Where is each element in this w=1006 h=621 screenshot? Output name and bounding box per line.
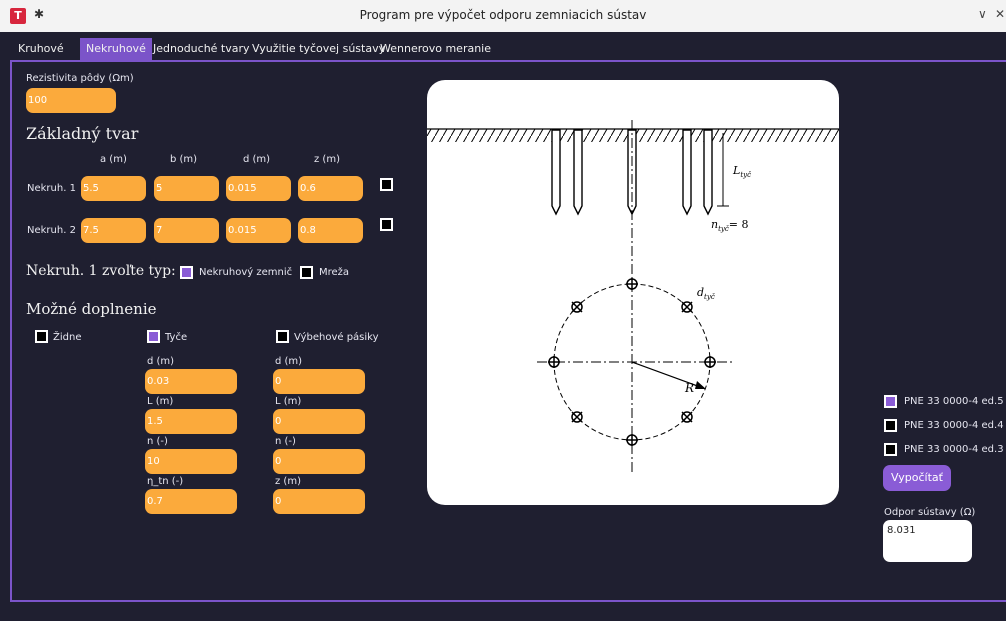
radius-arrowhead [695, 381, 706, 389]
row1-label: Nekruh. 1 [27, 183, 76, 194]
d-rod-label: dtyč [697, 286, 715, 301]
rod-plan-6 [681, 301, 693, 313]
type-nekruhovy-label: Nekruhový zemnič [199, 267, 293, 278]
strips-n-input[interactable] [273, 449, 365, 474]
tab-wennerovo-meranie[interactable]: Wennerovo meranie [374, 38, 497, 60]
none-label: Židne [53, 332, 82, 343]
strips-z-label: z (m) [275, 476, 301, 487]
standard-ed4-label: PNE 33 0000-4 ed.4 [904, 420, 1004, 431]
window-title: Program pre výpočet odporu zemniacich sú… [359, 8, 647, 22]
rods-d-input[interactable] [145, 369, 237, 394]
tab-nekruhove[interactable]: Nekruhové [80, 38, 152, 60]
rod-4 [682, 129, 692, 216]
tab-jednoduche-tvary[interactable]: Jednoduché tvary [147, 38, 256, 60]
resistivity-label: Rezistivita pôdy (Ωm) [26, 73, 134, 84]
tab-kruhove[interactable]: Kruhové [12, 38, 70, 60]
supplement-heading: Možné doplnenie [26, 300, 157, 318]
rod-5 [703, 129, 713, 216]
row1-d-input[interactable] [226, 176, 291, 201]
rod-plan-8 [681, 411, 693, 423]
strips-d-label: d (m) [275, 356, 303, 367]
rod-plan-5 [571, 301, 583, 313]
rods-n-input[interactable] [145, 449, 237, 474]
tab-vyuzitie-tycovej-sustavy[interactable]: Využitie tyčovej sústavy [246, 38, 391, 60]
minimize-icon[interactable]: ∨ [978, 7, 987, 21]
col-d-label: d (m) [243, 154, 271, 165]
row2-d-input[interactable] [226, 218, 291, 243]
rods-eta-label: η_tn (-) [147, 476, 184, 487]
row2-label: Nekruh. 2 [27, 225, 76, 236]
rods-checkbox[interactable] [147, 330, 160, 343]
row2-z-input[interactable] [298, 218, 363, 243]
row2-checkbox[interactable] [380, 218, 393, 231]
standard-ed3-checkbox[interactable] [884, 443, 897, 456]
grounding-diagram: Ltyč ntyč= 8 R dtyč [427, 80, 839, 505]
rod-plan-1 [626, 278, 638, 290]
strips-l-label: L (m) [275, 396, 302, 407]
result-label: Odpor sústavy (Ω) [884, 507, 976, 518]
strips-label: Výbehové pásiky [294, 332, 379, 343]
standard-ed4-checkbox[interactable] [884, 419, 897, 432]
strips-d-input[interactable] [273, 369, 365, 394]
standard-ed3-label: PNE 33 0000-4 ed.3 [904, 444, 1004, 455]
row1-z-input[interactable] [298, 176, 363, 201]
row1-a-input[interactable] [81, 176, 146, 201]
calculate-button[interactable]: Vypočítať [883, 465, 951, 491]
row1-b-input[interactable] [154, 176, 219, 201]
rods-d-label: d (m) [147, 356, 175, 367]
strips-l-input[interactable] [273, 409, 365, 434]
type-nekruhovy-checkbox[interactable] [180, 266, 193, 279]
n-rod-label: ntyč= 8 [711, 218, 749, 233]
rods-label: Tyče [165, 332, 188, 343]
type-select-label: Nekruh. 1 zvoľte typ: [26, 263, 176, 279]
l-rod-label: Ltyč [732, 164, 751, 179]
rods-l-input[interactable] [145, 409, 237, 434]
rods-eta-input[interactable] [145, 489, 237, 514]
radius-label: R [684, 381, 694, 395]
rod-plan-2 [626, 434, 638, 446]
tab-bar: Kruhové Nekruhové Jednoduché tvary Využi… [0, 32, 1006, 60]
resistivity-input[interactable] [26, 88, 116, 113]
rod-plan-4 [704, 356, 716, 368]
row2-b-input[interactable] [154, 218, 219, 243]
result-field[interactable]: 8.031 [883, 520, 972, 562]
none-checkbox[interactable] [35, 330, 48, 343]
rod-1 [551, 129, 561, 216]
type-mreza-label: Mreža [319, 267, 350, 278]
close-icon[interactable]: ✕ [995, 7, 1005, 21]
rods-l-label: L (m) [147, 396, 174, 407]
col-b-label: b (m) [170, 154, 198, 165]
standard-ed5-checkbox[interactable] [884, 395, 897, 408]
col-a-label: a (m) [100, 154, 127, 165]
basic-shape-heading: Základný tvar [26, 124, 139, 143]
type-mreza-checkbox[interactable] [300, 266, 313, 279]
rod-plan-7 [571, 411, 583, 423]
strips-z-input[interactable] [273, 489, 365, 514]
title-bar: T ✱ Program pre výpočet odporu zemniacic… [0, 0, 1006, 32]
strips-checkbox[interactable] [276, 330, 289, 343]
strips-n-label: n (-) [275, 436, 296, 447]
row1-checkbox[interactable] [380, 178, 393, 191]
rods-n-label: n (-) [147, 436, 168, 447]
row2-a-input[interactable] [81, 218, 146, 243]
rod-plan-3 [548, 356, 560, 368]
rod-2 [573, 129, 583, 216]
standard-ed5-label: PNE 33 0000-4 ed.5 [904, 396, 1004, 407]
diagram-svg: Ltyč ntyč= 8 R dtyč [427, 120, 839, 475]
col-z-label: z (m) [314, 154, 340, 165]
